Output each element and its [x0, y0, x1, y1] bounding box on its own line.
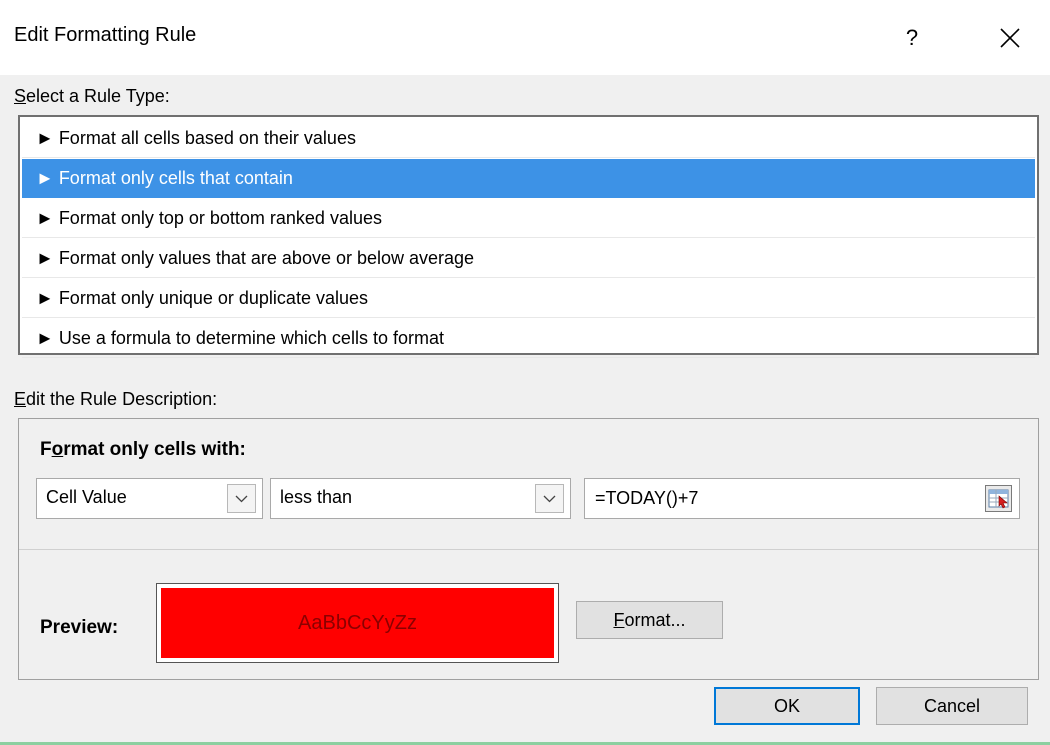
operator-dropdown-button[interactable]	[535, 484, 564, 513]
rule-type-item-selected[interactable]: ► Format only cells that contain	[22, 159, 1035, 198]
rule-type-label: Select a Rule Type:	[14, 86, 170, 106]
preview-sample-text: AaBbCcYyZz	[161, 588, 554, 658]
preview-label: Preview:	[40, 617, 119, 638]
rule-type-item[interactable]: ► Format all cells based on their values	[22, 119, 1035, 158]
condition-field-select[interactable]: Cell Value	[36, 478, 263, 519]
range-selector-button[interactable]	[985, 485, 1012, 512]
rule-description-label: Edit the Rule Description:	[14, 389, 218, 409]
dialog-title: Edit Formatting Rule	[14, 24, 197, 46]
description-divider	[19, 549, 1038, 550]
rule-type-item[interactable]: ► Use a formula to determine which cells…	[22, 319, 1035, 358]
preview-box: AaBbCcYyZz	[156, 583, 559, 663]
rule-type-item[interactable]: ► Format only values that are above or b…	[22, 239, 1035, 278]
range-select-icon	[988, 489, 1009, 509]
title-bar: Edit Formatting Rule ?	[0, 0, 1050, 75]
condition-field-dropdown-button[interactable]	[227, 484, 256, 513]
close-icon	[1000, 28, 1020, 48]
value-formula-input[interactable]: =TODAY()+7	[584, 478, 1020, 519]
rule-type-item[interactable]: ► Format only top or bottom ranked value…	[22, 199, 1035, 238]
condition-field-value: Cell Value	[46, 487, 127, 507]
help-button[interactable]: ?	[892, 18, 932, 58]
format-only-cells-heading: Format only cells with:	[40, 439, 246, 460]
chevron-down-icon	[543, 495, 556, 503]
rule-type-item[interactable]: ► Format only unique or duplicate values	[22, 279, 1035, 318]
cancel-button[interactable]: Cancel	[876, 687, 1028, 725]
rule-type-list[interactable]: ► Format all cells based on their values…	[18, 115, 1039, 358]
format-button[interactable]: Format...	[576, 601, 723, 639]
operator-select[interactable]: less than	[270, 478, 571, 519]
operator-value: less than	[280, 487, 353, 507]
rule-description-panel: Format only cells with: Cell Value less …	[18, 418, 1039, 680]
chevron-down-icon	[235, 495, 248, 503]
edit-formatting-rule-dialog: Edit Formatting Rule ? Select a Rule Typ…	[0, 0, 1050, 745]
close-button[interactable]	[988, 16, 1032, 60]
ok-button[interactable]: OK	[714, 687, 860, 725]
formula-value: =TODAY()+7	[595, 488, 699, 508]
